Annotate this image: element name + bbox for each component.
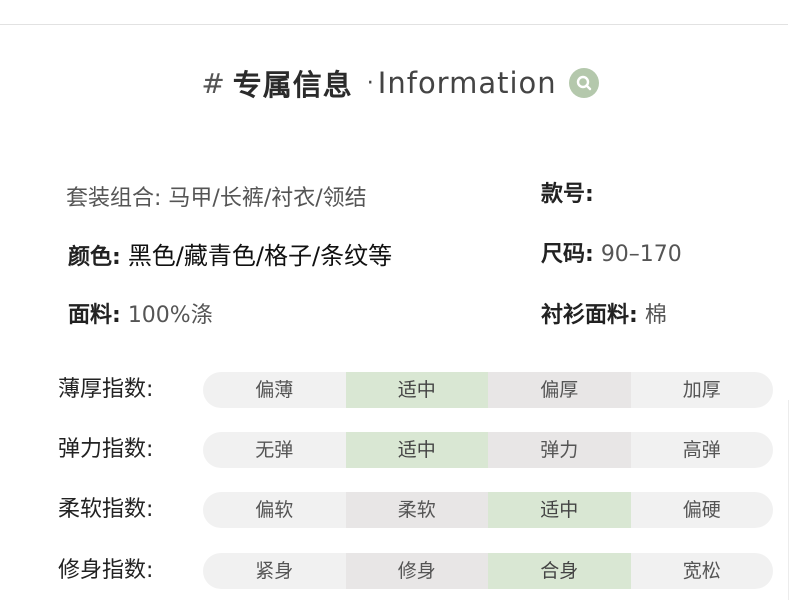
scale-option: 偏薄 bbox=[255, 379, 294, 401]
scale-option: 弹力 bbox=[488, 432, 631, 468]
info-fabric-value: 100%涤 bbox=[127, 303, 213, 328]
info-color: 颜色: 黑色/藏青色/格子/条纹等 bbox=[68, 236, 392, 271]
scale-option: 合身 bbox=[488, 553, 631, 589]
scale-option: 柔软 bbox=[345, 492, 488, 528]
scale-elasticity: 弹力指数: 无弹 适中 弹力 高弹 bbox=[0, 432, 800, 468]
scale-option: 适中 bbox=[345, 432, 488, 468]
search-icon bbox=[568, 68, 599, 98]
info-size-value: 90–170 bbox=[600, 242, 682, 267]
scale-option: 无弹 bbox=[255, 439, 294, 461]
top-divider bbox=[0, 24, 788, 25]
title-chinese: 专属信息 bbox=[232, 68, 353, 102]
info-size-key: 尺码: bbox=[541, 242, 594, 267]
title-hash: # bbox=[201, 66, 225, 100]
scale-label: 薄厚指数: bbox=[58, 377, 154, 402]
scale-option: 偏厚 bbox=[488, 372, 631, 408]
section-title: # 专属信息 · Information bbox=[0, 62, 800, 104]
info-shirt-fabric: 衬衫面料: 棉 bbox=[541, 297, 667, 329]
scale-option: 适中 bbox=[345, 372, 488, 408]
scale-option: 适中 bbox=[488, 492, 631, 528]
info-set: 套装组合: 马甲/长裤/衬衣/领结 bbox=[66, 180, 367, 212]
scale-option: 高弹 bbox=[682, 439, 721, 461]
scale-track: 偏软 柔软 适中 偏硬 bbox=[203, 492, 773, 528]
scale-track: 偏薄 适中 偏厚 加厚 bbox=[203, 372, 773, 408]
scale-option: 加厚 bbox=[682, 379, 721, 401]
scale-track: 紧身 修身 合身 宽松 bbox=[203, 553, 773, 589]
scale-thickness: 薄厚指数: 偏薄 适中 偏厚 加厚 bbox=[0, 372, 800, 408]
title-dot: · bbox=[366, 70, 374, 96]
info-shirt-fabric-key: 衬衫面料: bbox=[541, 303, 638, 328]
scale-option: 修身 bbox=[345, 553, 488, 589]
scale-option: 偏软 bbox=[255, 499, 294, 521]
scale-option: 偏硬 bbox=[682, 499, 721, 521]
scale-label: 修身指数: bbox=[58, 558, 154, 583]
scale-softness: 柔软指数: 偏软 柔软 适中 偏硬 bbox=[0, 492, 800, 528]
info-shirt-fabric-value: 棉 bbox=[644, 303, 667, 328]
info-set-key: 套装组合: bbox=[66, 186, 162, 211]
info-size: 尺码: 90–170 bbox=[541, 236, 682, 268]
info-style-no-key: 款号: bbox=[541, 182, 594, 207]
scale-option: 宽松 bbox=[682, 560, 721, 582]
scale-label: 柔软指数: bbox=[58, 497, 154, 522]
info-style-no: 款号: bbox=[541, 176, 594, 208]
scale-fit: 修身指数: 紧身 修身 合身 宽松 bbox=[0, 553, 800, 589]
info-fabric-key: 面料: bbox=[68, 303, 121, 328]
info-set-value: 马甲/长裤/衬衣/领结 bbox=[168, 186, 367, 211]
scale-option: 紧身 bbox=[255, 560, 294, 582]
info-fabric: 面料: 100%涤 bbox=[68, 297, 213, 329]
title-english: Information bbox=[377, 66, 557, 100]
info-color-key: 颜色: bbox=[68, 245, 121, 270]
scale-label: 弹力指数: bbox=[58, 437, 154, 462]
scale-track: 无弹 适中 弹力 高弹 bbox=[203, 432, 773, 468]
info-color-value: 黑色/藏青色/格子/条纹等 bbox=[127, 242, 393, 270]
